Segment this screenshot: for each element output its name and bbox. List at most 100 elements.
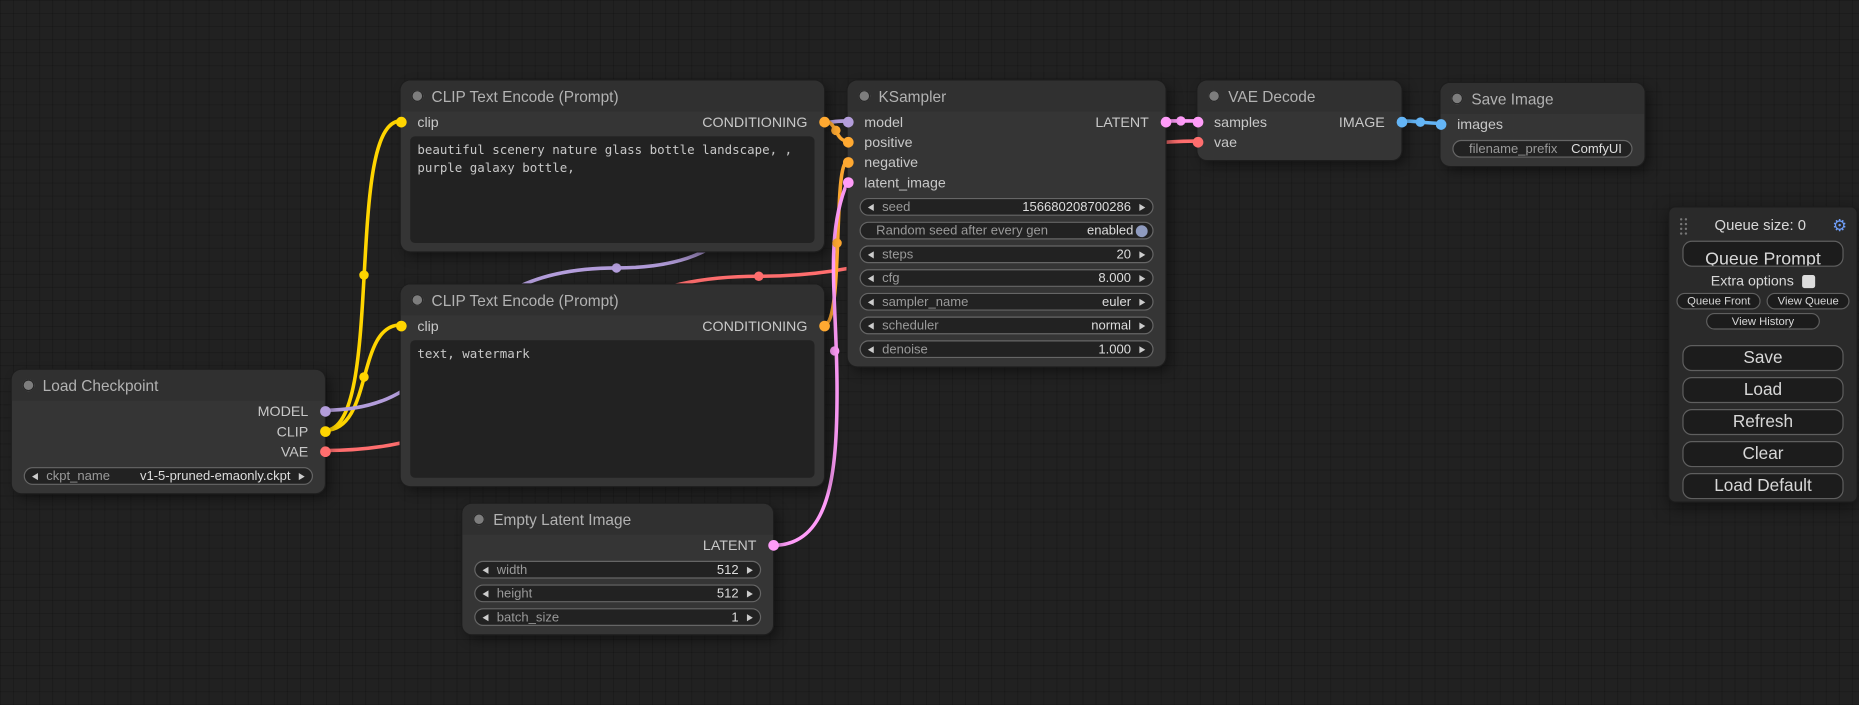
settings-gear-icon[interactable] bbox=[1832, 217, 1847, 234]
node-header[interactable]: CLIP Text Encode (Prompt) bbox=[401, 285, 824, 316]
clip-input-port[interactable] bbox=[395, 116, 406, 127]
model-input-label: model bbox=[864, 113, 903, 130]
vae-input-label: vae bbox=[1214, 133, 1237, 150]
node-empty-latent-image[interactable]: Empty Latent Image LATENT width 512 heig… bbox=[462, 504, 773, 634]
node-header[interactable]: Load Checkpoint bbox=[12, 370, 325, 401]
cfg-widget[interactable]: cfg 8.000 bbox=[860, 269, 1154, 287]
extra-options-checkbox[interactable] bbox=[1802, 274, 1815, 287]
vae-input-port[interactable] bbox=[1192, 136, 1203, 147]
node-status-dot bbox=[411, 90, 423, 102]
slot-row: clip CONDITIONING bbox=[401, 111, 824, 131]
node-header[interactable]: KSampler bbox=[848, 81, 1166, 112]
latent-output-port[interactable] bbox=[1160, 116, 1171, 127]
latent-output-port[interactable] bbox=[768, 539, 779, 550]
steps-widget[interactable]: steps 20 bbox=[860, 245, 1154, 263]
refresh-button[interactable]: Refresh bbox=[1682, 409, 1843, 435]
image-output-port[interactable] bbox=[1396, 116, 1407, 127]
widget-value: ComfyUI bbox=[1571, 142, 1622, 156]
decrement-arrow-icon[interactable] bbox=[868, 346, 874, 353]
load-default-button[interactable]: Load Default bbox=[1682, 473, 1843, 499]
random-seed-toggle-widget[interactable]: Random seed after every gen enabled bbox=[860, 222, 1154, 240]
save-button[interactable]: Save bbox=[1682, 345, 1843, 371]
decrement-arrow-icon[interactable] bbox=[483, 614, 489, 621]
toggle-knob[interactable] bbox=[1136, 225, 1148, 237]
decrement-arrow-icon[interactable] bbox=[868, 274, 874, 281]
increment-arrow-icon[interactable] bbox=[1139, 346, 1145, 353]
node-load-checkpoint[interactable]: Load Checkpoint MODEL CLIP VAE ckpt_name… bbox=[12, 370, 325, 493]
denoise-widget[interactable]: denoise 1.000 bbox=[860, 340, 1154, 358]
sampler-name-widget[interactable]: sampler_name euler bbox=[860, 293, 1154, 311]
link-dot bbox=[1176, 116, 1185, 125]
node-header[interactable]: Save Image bbox=[1441, 83, 1645, 114]
node-status-dot bbox=[1451, 92, 1463, 104]
ckpt-name-widget[interactable]: ckpt_name v1-5-pruned-emaonly.ckpt bbox=[24, 467, 313, 485]
decrement-arrow-icon[interactable] bbox=[32, 472, 38, 479]
increment-arrow-icon[interactable] bbox=[1139, 251, 1145, 258]
queue-front-button[interactable]: Queue Front bbox=[1676, 293, 1761, 310]
widget-value: 8.000 bbox=[1098, 271, 1131, 285]
decrement-arrow-icon[interactable] bbox=[868, 322, 874, 329]
negative-prompt-textarea[interactable]: text, watermark bbox=[410, 340, 814, 478]
decrement-arrow-icon[interactable] bbox=[868, 298, 874, 305]
increment-arrow-icon[interactable] bbox=[299, 472, 305, 479]
decrement-arrow-icon[interactable] bbox=[868, 203, 874, 210]
images-input-port[interactable] bbox=[1435, 119, 1446, 130]
image-output-label: IMAGE bbox=[1339, 113, 1385, 130]
increment-arrow-icon[interactable] bbox=[1139, 274, 1145, 281]
node-header[interactable]: VAE Decode bbox=[1197, 81, 1401, 112]
node-ksampler[interactable]: KSampler model LATENT positive negative … bbox=[848, 81, 1166, 367]
widget-value: normal bbox=[1091, 318, 1131, 332]
clip-input-port[interactable] bbox=[395, 320, 406, 331]
conditioning-output-port[interactable] bbox=[819, 116, 830, 127]
widget-value: 512 bbox=[717, 563, 739, 577]
node-header[interactable]: CLIP Text Encode (Prompt) bbox=[401, 81, 824, 112]
model-output-port[interactable] bbox=[320, 405, 331, 416]
decrement-arrow-icon[interactable] bbox=[483, 590, 489, 597]
widget-value: 156680208700286 bbox=[1022, 200, 1131, 214]
slot-row: LATENT bbox=[462, 535, 773, 555]
vae-output-port[interactable] bbox=[320, 446, 331, 457]
wire-clip-to-negative-prompt bbox=[325, 325, 401, 431]
increment-arrow-icon[interactable] bbox=[1139, 298, 1145, 305]
clip-output-port[interactable] bbox=[320, 426, 331, 437]
scheduler-widget[interactable]: scheduler normal bbox=[860, 317, 1154, 335]
decrement-arrow-icon[interactable] bbox=[868, 251, 874, 258]
batch-size-widget[interactable]: batch_size 1 bbox=[474, 608, 761, 626]
node-header[interactable]: Empty Latent Image bbox=[462, 504, 773, 535]
clear-button[interactable]: Clear bbox=[1682, 441, 1843, 467]
negative-input-port[interactable] bbox=[842, 156, 853, 167]
width-widget[interactable]: width 512 bbox=[474, 561, 761, 579]
widget-value: enabled bbox=[1087, 223, 1133, 237]
model-input-port[interactable] bbox=[842, 116, 853, 127]
slot-row: model LATENT bbox=[848, 111, 1166, 131]
queue-prompt-button[interactable]: Queue Prompt bbox=[1682, 241, 1843, 267]
increment-arrow-icon[interactable] bbox=[747, 566, 753, 573]
positive-prompt-textarea[interactable]: beautiful scenery nature glass bottle la… bbox=[410, 136, 814, 243]
seed-widget[interactable]: seed 156680208700286 bbox=[860, 198, 1154, 216]
clip-input-label: clip bbox=[417, 113, 438, 130]
latent-image-input-port[interactable] bbox=[842, 177, 853, 188]
widget-label: filename_prefix bbox=[1469, 142, 1557, 156]
conditioning-output-port[interactable] bbox=[819, 320, 830, 331]
node-title: VAE Decode bbox=[1228, 87, 1315, 105]
view-history-button[interactable]: View History bbox=[1706, 313, 1820, 330]
node-vae-decode[interactable]: VAE Decode samples IMAGE vae bbox=[1197, 81, 1401, 160]
node-graph-canvas[interactable]: Load Checkpoint MODEL CLIP VAE ckpt_name… bbox=[0, 0, 1859, 705]
load-button[interactable]: Load bbox=[1682, 377, 1843, 403]
filename-prefix-widget[interactable]: filename_prefix ComfyUI bbox=[1452, 140, 1632, 158]
node-save-image[interactable]: Save Image images filename_prefix ComfyU… bbox=[1441, 83, 1645, 166]
queue-actions-row: Queue Front View Queue bbox=[1669, 293, 1856, 310]
increment-arrow-icon[interactable] bbox=[747, 614, 753, 621]
node-clip-text-encode-positive[interactable]: CLIP Text Encode (Prompt) clip CONDITION… bbox=[401, 81, 824, 252]
decrement-arrow-icon[interactable] bbox=[483, 566, 489, 573]
node-clip-text-encode-negative[interactable]: CLIP Text Encode (Prompt) clip CONDITION… bbox=[401, 285, 824, 487]
view-queue-button[interactable]: View Queue bbox=[1767, 293, 1850, 310]
increment-arrow-icon[interactable] bbox=[1139, 203, 1145, 210]
widget-value: 20 bbox=[1117, 247, 1132, 261]
drag-handle-icon[interactable] bbox=[1679, 216, 1688, 234]
height-widget[interactable]: height 512 bbox=[474, 585, 761, 603]
increment-arrow-icon[interactable] bbox=[1139, 322, 1145, 329]
positive-input-port[interactable] bbox=[842, 136, 853, 147]
increment-arrow-icon[interactable] bbox=[747, 590, 753, 597]
samples-input-port[interactable] bbox=[1192, 116, 1203, 127]
